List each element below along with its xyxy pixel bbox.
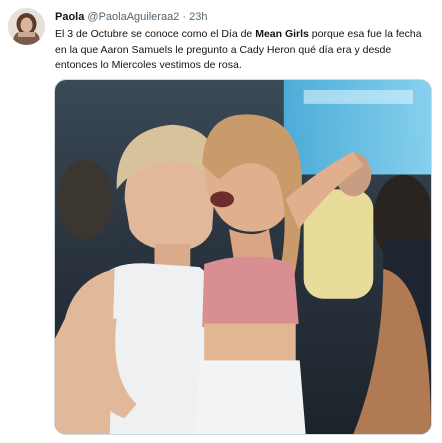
avatar[interactable]: [8, 8, 45, 45]
tweet-text-bold: Mean Girls: [255, 28, 309, 40]
separator-dot: ·: [182, 11, 187, 23]
display-name[interactable]: Paola: [55, 11, 84, 23]
tweet-card[interactable]: Paola @PaolaAguileraa2 · 23h El 3 de Oct…: [0, 0, 442, 443]
tweet-media-image[interactable]: [54, 79, 432, 435]
tweet-text-part1: El 3 de Octubre se conoce como el Día de: [55, 28, 256, 40]
tweet-text: El 3 de Octubre se conoce como el Día de…: [55, 27, 435, 74]
tweet-timestamp[interactable]: 23h: [189, 11, 207, 23]
tweet-header: Paola @PaolaAguileraa2 · 23h: [55, 10, 432, 24]
user-handle[interactable]: @PaolaAguileraa2: [87, 11, 179, 23]
